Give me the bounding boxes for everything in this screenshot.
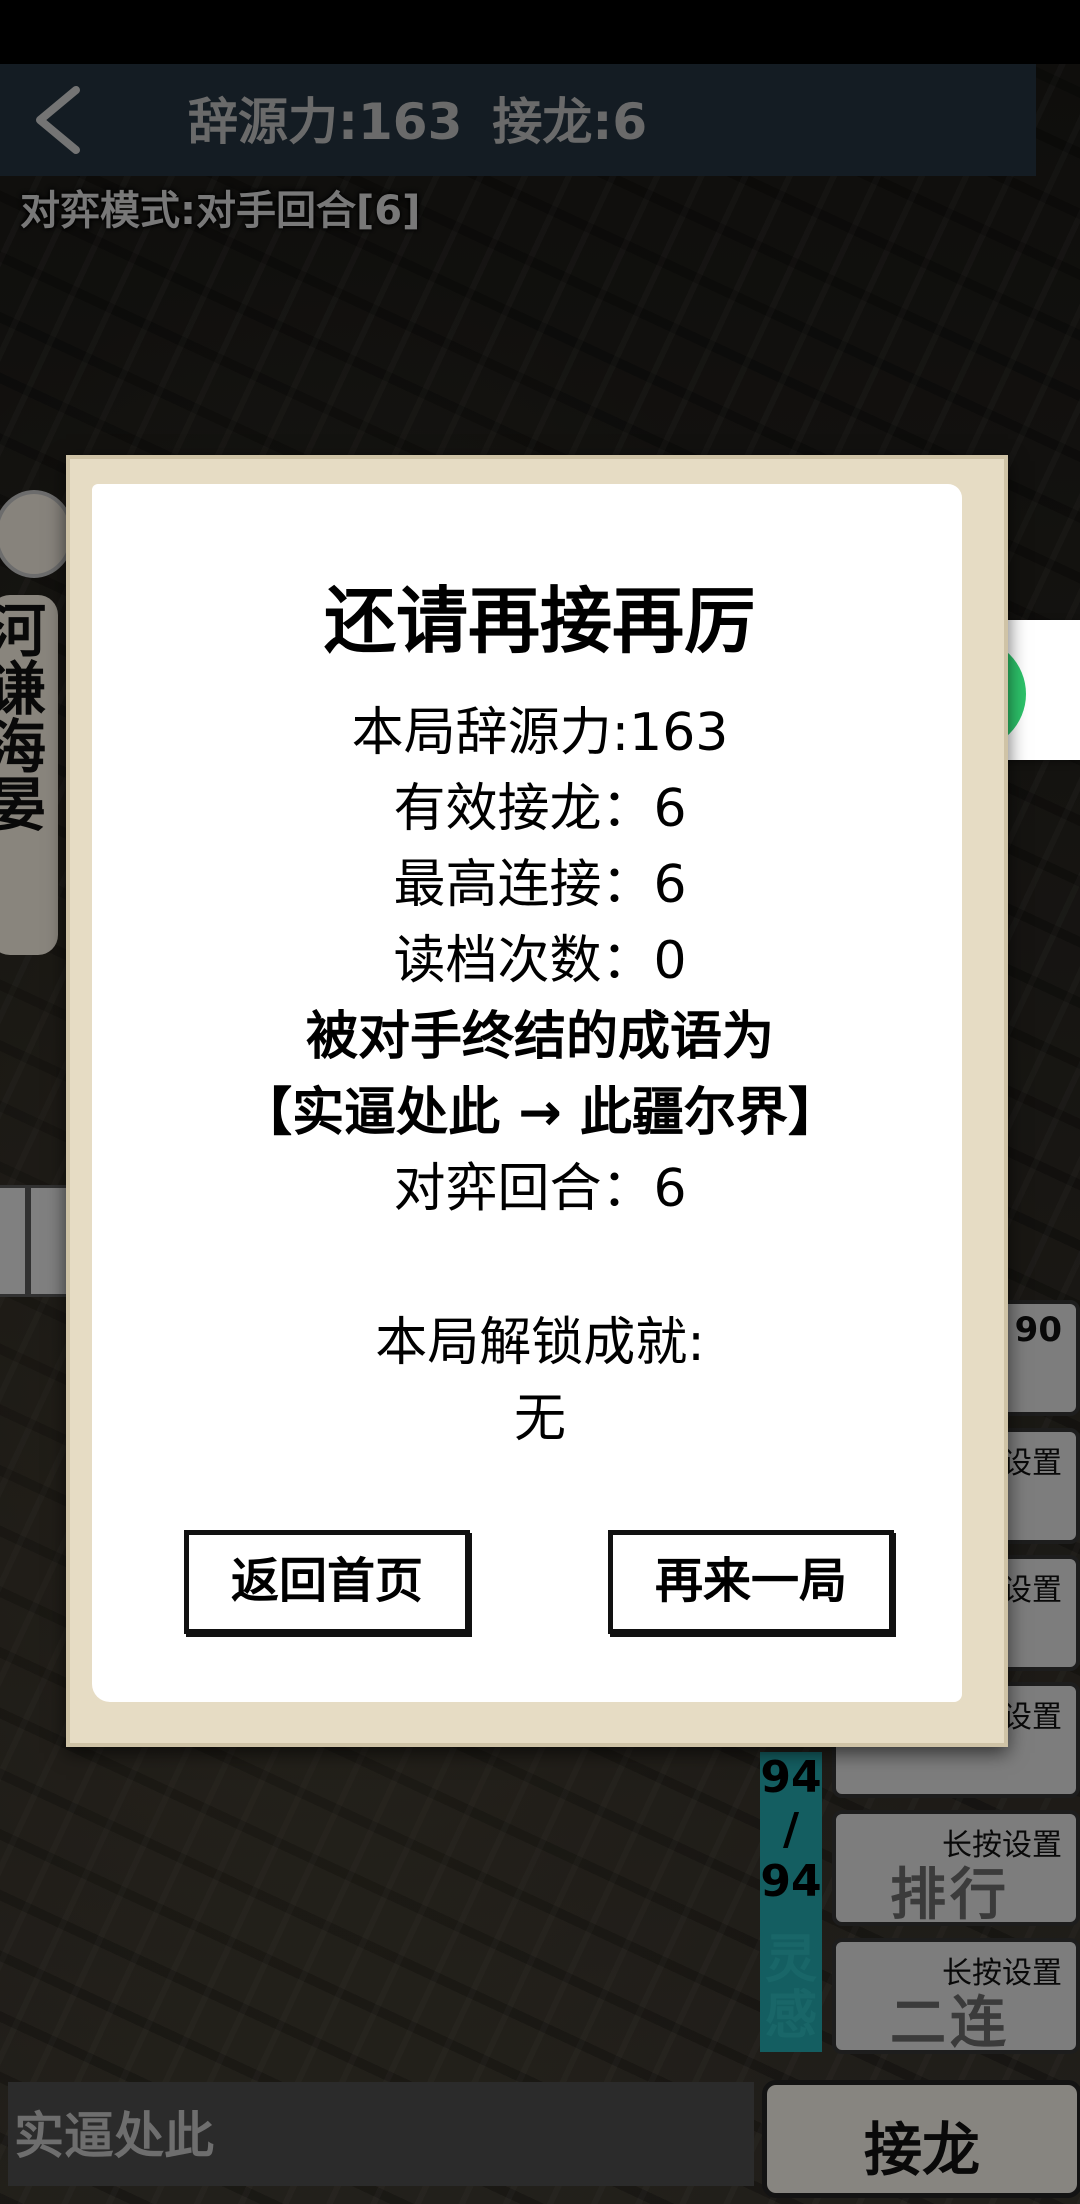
valid-chain-count: 有效接龙：6	[393, 779, 687, 839]
match-rounds: 对弈回合：6	[393, 1159, 687, 1219]
achievements-value: 无	[513, 1389, 566, 1449]
max-combo: 最高连接：6	[393, 855, 687, 915]
ended-by-label: 被对手终结的成语为	[305, 1007, 774, 1067]
play-again-label: 再来一局	[654, 1553, 847, 1609]
return-home-button[interactable]: 返回首页	[184, 1530, 470, 1634]
round-score: 本局辞源力:163	[351, 703, 729, 763]
result-title: 还请再接再厉	[323, 579, 756, 663]
play-again-button[interactable]: 再来一局	[608, 1530, 894, 1634]
achievements-label: 本局解锁成就:	[375, 1313, 705, 1373]
load-count: 读档次数：0	[393, 931, 687, 991]
status-bar	[0, 0, 1080, 64]
ended-idiom-pair: 【实逼处此 → 此疆尔界】	[240, 1083, 840, 1143]
return-home-label: 返回首页	[230, 1553, 423, 1609]
